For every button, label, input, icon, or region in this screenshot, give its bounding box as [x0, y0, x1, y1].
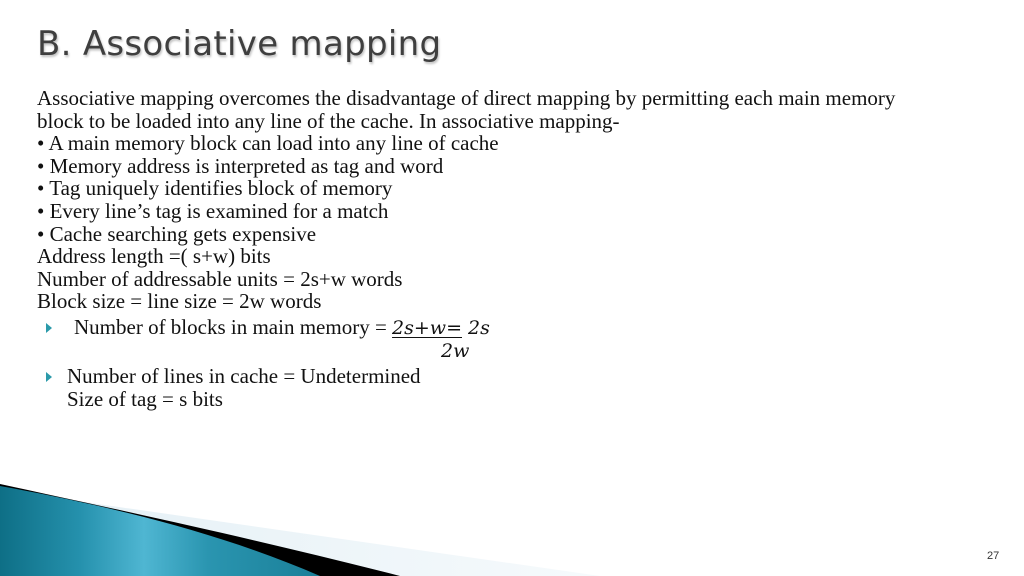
slide-title: B. Associative mapping: [37, 24, 442, 64]
arrow-bullet-icon: [46, 372, 52, 382]
fraction-numerator: 2s+w=: [392, 317, 462, 339]
paragraph-line: Associative mapping overcomes the disadv…: [37, 86, 896, 110]
bullet-item: • Cache searching gets expensive: [37, 221, 317, 246]
formula-line: Number of addressable units = 2s+w words: [37, 266, 403, 291]
tag-size-line: Size of tag = s bits: [67, 386, 223, 411]
lines-in-cache-line: Number of lines in cache = Undetermined: [67, 364, 421, 388]
cache-lines-block: Number of lines in cache = Undetermined …: [67, 365, 421, 410]
bullet-item: • Every line’s tag is examined for a mat…: [37, 198, 389, 223]
bullet-item: • A main memory block can load into any …: [37, 131, 499, 156]
formula-line: Address length =( s+w) bits: [37, 244, 271, 269]
decorative-swoosh: [0, 484, 600, 576]
arrow-bullet-icon: [46, 323, 52, 333]
bullet-item: • Tag uniquely identifies block of memor…: [37, 176, 393, 201]
blocks-in-memory-line: Number of blocks in main memory = 2s+w= …: [74, 316, 490, 340]
fraction-denominator: 2w: [441, 340, 470, 362]
paragraph-line: block to be loaded into any line of the …: [37, 108, 620, 133]
blocks-label: Number of blocks in main memory =: [74, 315, 393, 339]
page-number: 27: [987, 550, 1000, 562]
slide-body: Associative mapping overcomes the disadv…: [37, 87, 1012, 313]
formula-line: Block size = line size = 2w words: [37, 289, 322, 314]
fraction-result: 2s: [462, 317, 490, 339]
bullet-item: • Memory address is interpreted as tag a…: [37, 153, 444, 178]
